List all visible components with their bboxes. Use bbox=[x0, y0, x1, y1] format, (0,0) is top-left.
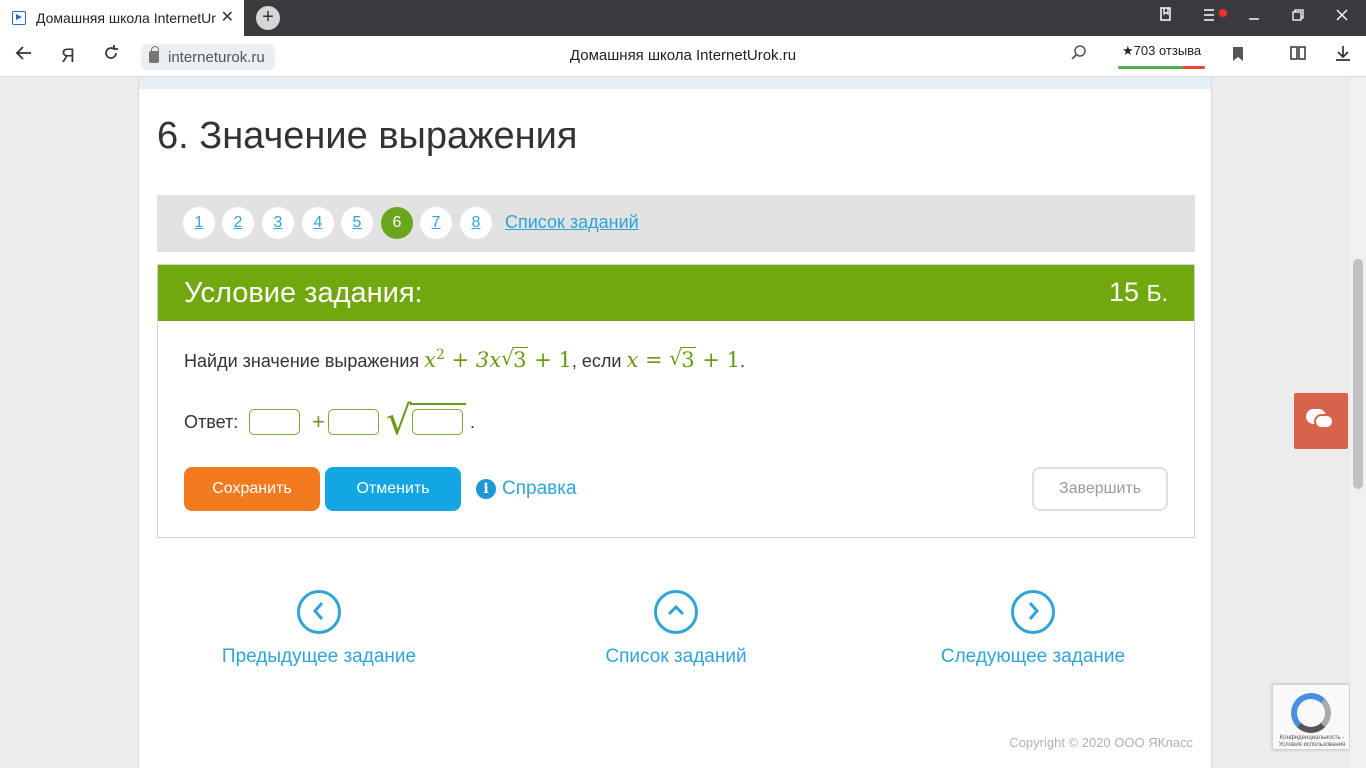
expression-formula: x2 + 3x √ 3 + 1 bbox=[424, 346, 572, 372]
answer-input-2[interactable] bbox=[328, 409, 379, 435]
close-window-icon[interactable] bbox=[1320, 0, 1364, 36]
task-list-link[interactable]: Список заданий bbox=[505, 212, 639, 233]
download-icon[interactable] bbox=[1330, 44, 1356, 70]
copyright-text: Copyright © 2020 ООО ЯКласс bbox=[1009, 735, 1193, 750]
browser-tab[interactable]: Домашняя школа InternetUr ✕ bbox=[0, 0, 244, 36]
recaptcha-badge[interactable]: Конфиденциальность - Условия использован… bbox=[1272, 684, 1350, 750]
problem-prefix: Найди значение выражения bbox=[184, 351, 420, 371]
help-label: Справка bbox=[502, 478, 577, 499]
browser-menu-icon[interactable] bbox=[1188, 0, 1232, 36]
restore-window-icon[interactable] bbox=[1276, 0, 1320, 36]
browser-tab-bar: Домашняя школа InternetUr ✕ + bbox=[0, 0, 1366, 36]
task-pager: 1 2 3 4 5 6 7 8 Список заданий bbox=[157, 195, 1195, 252]
url-text: interneturok.ru bbox=[168, 48, 265, 66]
prev-task-link[interactable]: Предыдущее задание bbox=[219, 590, 419, 668]
url-field[interactable]: interneturok.ru bbox=[141, 44, 275, 70]
lock-icon bbox=[149, 46, 159, 63]
site-favicon-icon bbox=[12, 11, 26, 25]
condition-formula: x = √ 3 + 1 bbox=[626, 346, 741, 372]
task-card: Условие задания: 15 Б. Найди значение вы… bbox=[157, 264, 1195, 538]
score-value: 15 bbox=[1108, 277, 1139, 307]
answer-period: . bbox=[470, 412, 476, 432]
answer-row: Ответ: + √ . bbox=[184, 399, 584, 445]
finish-button[interactable]: Завершить bbox=[1032, 467, 1168, 511]
bookmarks-panel-icon[interactable] bbox=[1144, 0, 1188, 36]
bookmark-icon[interactable] bbox=[1225, 44, 1251, 70]
page-scrollbar[interactable] bbox=[1350, 77, 1366, 768]
answer-input-1[interactable] bbox=[249, 409, 300, 435]
pager-item-7[interactable]: 7 bbox=[420, 207, 452, 239]
reviews-badge[interactable]: ★703 отзыва bbox=[1118, 43, 1206, 69]
task-score: 15 Б. bbox=[1109, 277, 1168, 308]
new-tab-button[interactable]: + bbox=[256, 6, 280, 30]
back-arrow-icon[interactable] bbox=[11, 44, 37, 70]
problem-period: . bbox=[740, 351, 746, 371]
answer-root-bar bbox=[410, 403, 466, 405]
answer-input-3[interactable] bbox=[412, 409, 463, 435]
close-tab-icon[interactable]: ✕ bbox=[221, 9, 234, 27]
search-zoom-icon[interactable] bbox=[1066, 44, 1092, 70]
pager-item-6-active[interactable]: 6 bbox=[381, 207, 413, 239]
minimize-window-icon[interactable] bbox=[1232, 0, 1276, 36]
notification-dot-icon bbox=[1219, 9, 1227, 17]
pager-item-8[interactable]: 8 bbox=[460, 207, 492, 239]
page-viewport: 6. Значение выражения 1 2 3 4 5 6 7 8 Сп… bbox=[0, 77, 1350, 768]
pager-item-5[interactable]: 5 bbox=[341, 207, 373, 239]
task-list-label: Список заданий bbox=[605, 646, 747, 667]
chat-button[interactable] bbox=[1294, 393, 1348, 449]
task-title: Условие задания: bbox=[184, 277, 423, 309]
chevron-left-icon bbox=[297, 590, 341, 634]
answer-plus: + bbox=[312, 409, 325, 434]
next-task-label: Следующее задание bbox=[940, 646, 1126, 667]
task-list-bottom-link[interactable]: Список заданий bbox=[576, 590, 776, 668]
top-strip bbox=[139, 77, 1211, 89]
collections-icon[interactable] bbox=[1285, 44, 1311, 70]
main-content: 6. Значение выражения 1 2 3 4 5 6 7 8 Сп… bbox=[138, 77, 1212, 768]
answer-label: Ответ: bbox=[184, 412, 239, 432]
task-header: Условие задания: 15 Б. bbox=[158, 265, 1194, 321]
pager-item-4[interactable]: 4 bbox=[302, 207, 334, 239]
tab-title: Домашняя школа InternetUr bbox=[36, 10, 216, 26]
save-button[interactable]: Сохранить bbox=[184, 467, 320, 511]
pager-item-1[interactable]: 1 bbox=[183, 207, 215, 239]
cancel-button[interactable]: Отменить bbox=[325, 467, 461, 511]
recaptcha-text: Конфиденциальность - Условия использован… bbox=[1278, 735, 1346, 748]
recaptcha-logo-icon bbox=[1291, 693, 1331, 733]
yandex-logo-icon[interactable]: Я bbox=[55, 44, 81, 70]
pager-item-3[interactable]: 3 bbox=[262, 207, 294, 239]
answer-root-sign: √ bbox=[386, 398, 412, 444]
scrollbar-thumb[interactable] bbox=[1353, 259, 1363, 489]
chat-bubble-icon-2 bbox=[1314, 414, 1334, 429]
next-task-link[interactable]: Следующее задание bbox=[933, 590, 1133, 668]
chevron-up-icon bbox=[654, 590, 698, 634]
prev-task-label: Предыдущее задание bbox=[221, 646, 417, 667]
help-link[interactable]: i Справка bbox=[476, 478, 577, 500]
reviews-rating-bar bbox=[1118, 66, 1206, 69]
score-unit: Б. bbox=[1146, 280, 1168, 306]
problem-statement: Найди значение выражения x2 + 3x √ 3 + 1, … bbox=[184, 346, 746, 372]
reload-icon[interactable] bbox=[98, 44, 124, 70]
page-heading: 6. Значение выражения bbox=[157, 115, 578, 157]
info-icon: i bbox=[476, 479, 496, 499]
chevron-right-icon bbox=[1011, 590, 1055, 634]
reviews-text: ★703 отзыва bbox=[1122, 43, 1202, 58]
problem-if: , если bbox=[571, 351, 622, 371]
address-bar: Я interneturok.ru Домашняя школа Interne… bbox=[0, 36, 1366, 77]
pager-item-2[interactable]: 2 bbox=[222, 207, 254, 239]
